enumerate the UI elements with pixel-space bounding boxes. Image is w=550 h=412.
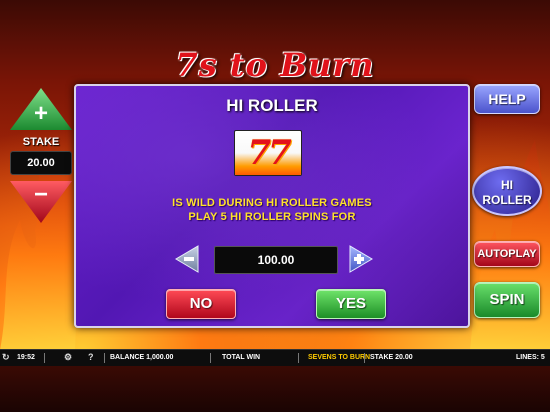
- yes-button[interactable]: YES: [316, 289, 386, 319]
- bottom-area: [0, 366, 550, 412]
- divider: [298, 353, 299, 363]
- balance-readout: BALANCE 1,000.00: [110, 354, 174, 361]
- divider: [364, 353, 365, 363]
- sevens-wild-symbol: 77: [234, 130, 302, 176]
- settings-gear-icon[interactable]: ⚙: [64, 353, 73, 362]
- hi-roller-button[interactable]: HI ROLLER: [472, 166, 542, 216]
- game-logo: 7s to Burn: [175, 46, 375, 84]
- stake-value-display: 20.00: [10, 151, 72, 175]
- clock-time: 19:52: [17, 354, 35, 361]
- autoplay-button[interactable]: AUTOPLAY: [474, 241, 540, 267]
- decrease-arrow-button[interactable]: [174, 244, 200, 274]
- hi-roller-label-line2: ROLLER: [482, 193, 532, 207]
- spin-button[interactable]: SPIN: [474, 282, 540, 318]
- dialog-title: HI ROLLER: [226, 96, 318, 115]
- help-button[interactable]: HELP: [474, 84, 540, 114]
- minus-icon: −: [33, 181, 48, 208]
- refresh-icon[interactable]: ↻: [2, 353, 11, 362]
- stake-increase-button[interactable]: +: [10, 88, 72, 130]
- hi-roller-label-line1: HI: [501, 178, 513, 192]
- divider: [210, 353, 211, 363]
- stake-label: STAKE: [22, 136, 60, 148]
- no-button[interactable]: NO: [166, 289, 236, 319]
- divider: [104, 353, 105, 363]
- dialog-text-line1: IS WILD DURING HI ROLLER GAMES: [172, 197, 372, 209]
- increase-arrow-button[interactable]: [348, 244, 374, 274]
- stake-panel: + STAKE 20.00 −: [6, 88, 76, 223]
- hi-roller-cost-display: 100.00: [214, 246, 338, 274]
- game-title-readout: SEVENS TO BURN: [308, 354, 371, 361]
- lines-readout: LINES: 5: [516, 354, 545, 361]
- stake-decrease-button[interactable]: −: [10, 181, 72, 223]
- sevens-symbol-text: 77: [247, 133, 291, 173]
- hi-roller-dialog: HI ROLLER 77 IS WILD DURING HI ROLLER GA…: [74, 84, 470, 328]
- divider: [44, 353, 45, 363]
- stake-readout: STAKE 20.00: [370, 354, 413, 361]
- plus-icon: +: [33, 100, 48, 127]
- help-question-icon[interactable]: ?: [88, 353, 97, 362]
- status-bar: ↻ 19:52 ⚙ ? BALANCE 1,000.00 TOTAL WIN S…: [0, 349, 550, 366]
- dialog-text-line2: PLAY 5 HI ROLLER SPINS FOR: [188, 211, 356, 223]
- total-win-readout: TOTAL WIN: [222, 354, 261, 361]
